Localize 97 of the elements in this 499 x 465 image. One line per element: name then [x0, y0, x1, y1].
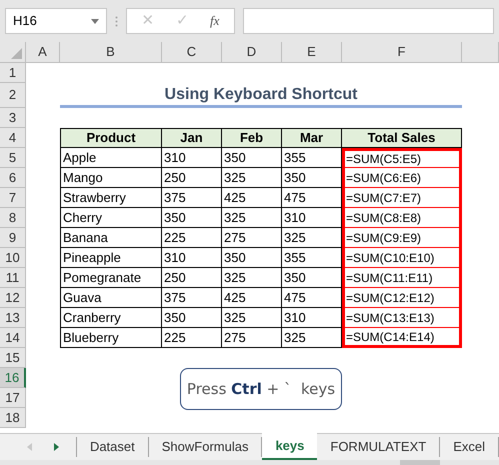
- note-text: Press Ctrl + ` keys: [186, 378, 336, 400]
- row-header[interactable]: 4: [0, 128, 26, 148]
- table-cell: 355: [282, 248, 342, 268]
- column-heading: Total Sales: [342, 128, 462, 148]
- table-cell: =SUM(C7:E7): [342, 188, 462, 208]
- table-cell: 375: [162, 188, 222, 208]
- row-header[interactable]: 9: [0, 228, 26, 248]
- row-header[interactable]: 6: [0, 168, 26, 188]
- table-cell: 350: [222, 248, 282, 268]
- drag-handle-icon: [115, 16, 118, 26]
- row-header[interactable]: 8: [0, 208, 26, 228]
- table-cell: 325: [282, 328, 342, 348]
- dropdown-icon: [91, 18, 99, 24]
- row-header[interactable]: 12: [0, 288, 26, 308]
- table-cell: 475: [282, 188, 342, 208]
- column-header[interactable]: F: [342, 42, 462, 63]
- sheet-title: Using Keyboard Shortcut: [164, 85, 358, 105]
- row-header[interactable]: 11: [0, 268, 26, 288]
- sheet-tab[interactable]: keys: [262, 433, 318, 460]
- column-heading: Mar: [282, 128, 342, 148]
- table-cell: 310: [282, 308, 342, 328]
- scroll-right-icon[interactable]: [54, 443, 59, 451]
- table-cell: =SUM(C12:E12): [342, 288, 462, 308]
- table-cell: Guava: [60, 288, 162, 308]
- table-cell: 275: [222, 328, 282, 348]
- name-box[interactable]: H16: [5, 8, 107, 34]
- table-cell: Apple: [60, 148, 162, 168]
- table-cell: 325: [222, 208, 282, 228]
- table-cell: 425: [222, 188, 282, 208]
- table-cell: Pomegranate: [60, 268, 162, 288]
- table-cell: Strawberry: [60, 188, 162, 208]
- table-cell: Banana: [60, 228, 162, 248]
- row-header[interactable]: 10: [0, 248, 26, 268]
- table-cell: =SUM(C8:E8): [342, 208, 462, 228]
- column-header[interactable]: D: [222, 42, 282, 63]
- row-header[interactable]: 17: [0, 388, 26, 408]
- table-cell: 355: [282, 148, 342, 168]
- column-header[interactable]: [462, 42, 499, 63]
- column-header[interactable]: E: [282, 42, 342, 63]
- row-header[interactable]: 15: [0, 348, 26, 368]
- table-cell: 310: [162, 148, 222, 168]
- column-header[interactable]: A: [26, 42, 60, 63]
- table-cell: 425: [222, 288, 282, 308]
- table-cell: =SUM(C14:E14): [342, 328, 462, 348]
- table-cell: 325: [222, 168, 282, 188]
- table-cell: 225: [162, 228, 222, 248]
- column-heading: Feb: [222, 128, 282, 148]
- table-cell: 325: [282, 228, 342, 248]
- table-cell: Mango: [60, 168, 162, 188]
- row-header[interactable]: 7: [0, 188, 26, 208]
- table-cell: =SUM(C13:E13): [342, 308, 462, 328]
- table-cell: 250: [162, 168, 222, 188]
- formula-input[interactable]: [243, 8, 494, 34]
- table-cell: =SUM(C11:E11): [342, 268, 462, 288]
- table-cell: 350: [282, 168, 342, 188]
- sheet-tab[interactable]: FORMULATEXT: [317, 437, 440, 457]
- table-cell: 250: [162, 268, 222, 288]
- table-cell: 475: [282, 288, 342, 308]
- table-cell: Cherry: [60, 208, 162, 228]
- row-header[interactable]: 18: [0, 408, 26, 428]
- select-all-icon[interactable]: [11, 48, 22, 59]
- row-header[interactable]: 3: [0, 108, 26, 128]
- table-cell: 225: [162, 328, 222, 348]
- table-cell: Cranberry: [60, 308, 162, 328]
- table-cell: =SUM(C10:E10): [342, 248, 462, 268]
- table-cell: =SUM(C6:E6): [342, 168, 462, 188]
- table-cell: 325: [222, 268, 282, 288]
- scrollbar-thumb[interactable]: [400, 460, 440, 465]
- table-cell: 350: [282, 268, 342, 288]
- table-cell: 350: [162, 308, 222, 328]
- table-cell: 310: [282, 208, 342, 228]
- cell-reference: H16: [13, 12, 37, 30]
- row-header[interactable]: 5: [0, 148, 26, 168]
- row-header[interactable]: 2: [0, 83, 26, 108]
- table-cell: Pineapple: [60, 248, 162, 268]
- row-header[interactable]: 13: [0, 308, 26, 328]
- table-cell: 350: [222, 148, 282, 168]
- scroll-left-icon[interactable]: [27, 443, 32, 451]
- sheet-tab[interactable]: Dataset: [76, 437, 149, 457]
- table-cell: 310: [162, 248, 222, 268]
- row-header[interactable]: 16: [0, 368, 26, 388]
- insert-function-button[interactable]: fx: [210, 11, 220, 31]
- row-header[interactable]: 14: [0, 328, 26, 348]
- table-cell: 325: [222, 308, 282, 328]
- column-heading: Product: [60, 128, 162, 148]
- row-header[interactable]: 1: [0, 63, 26, 83]
- table-cell: 375: [162, 288, 222, 308]
- column-heading: Jan: [162, 128, 222, 148]
- horizontal-scrollbar[interactable]: [0, 460, 499, 465]
- table-cell: =SUM(C9:E9): [342, 228, 462, 248]
- table-cell: 350: [162, 208, 222, 228]
- table-cell: Blueberry: [60, 328, 162, 348]
- table-cell: =SUM(C5:E5): [342, 148, 462, 168]
- table-cell: 275: [222, 228, 282, 248]
- column-header[interactable]: B: [60, 42, 162, 63]
- sheet-tab[interactable]: Excel: [440, 437, 499, 457]
- column-header[interactable]: C: [162, 42, 222, 63]
